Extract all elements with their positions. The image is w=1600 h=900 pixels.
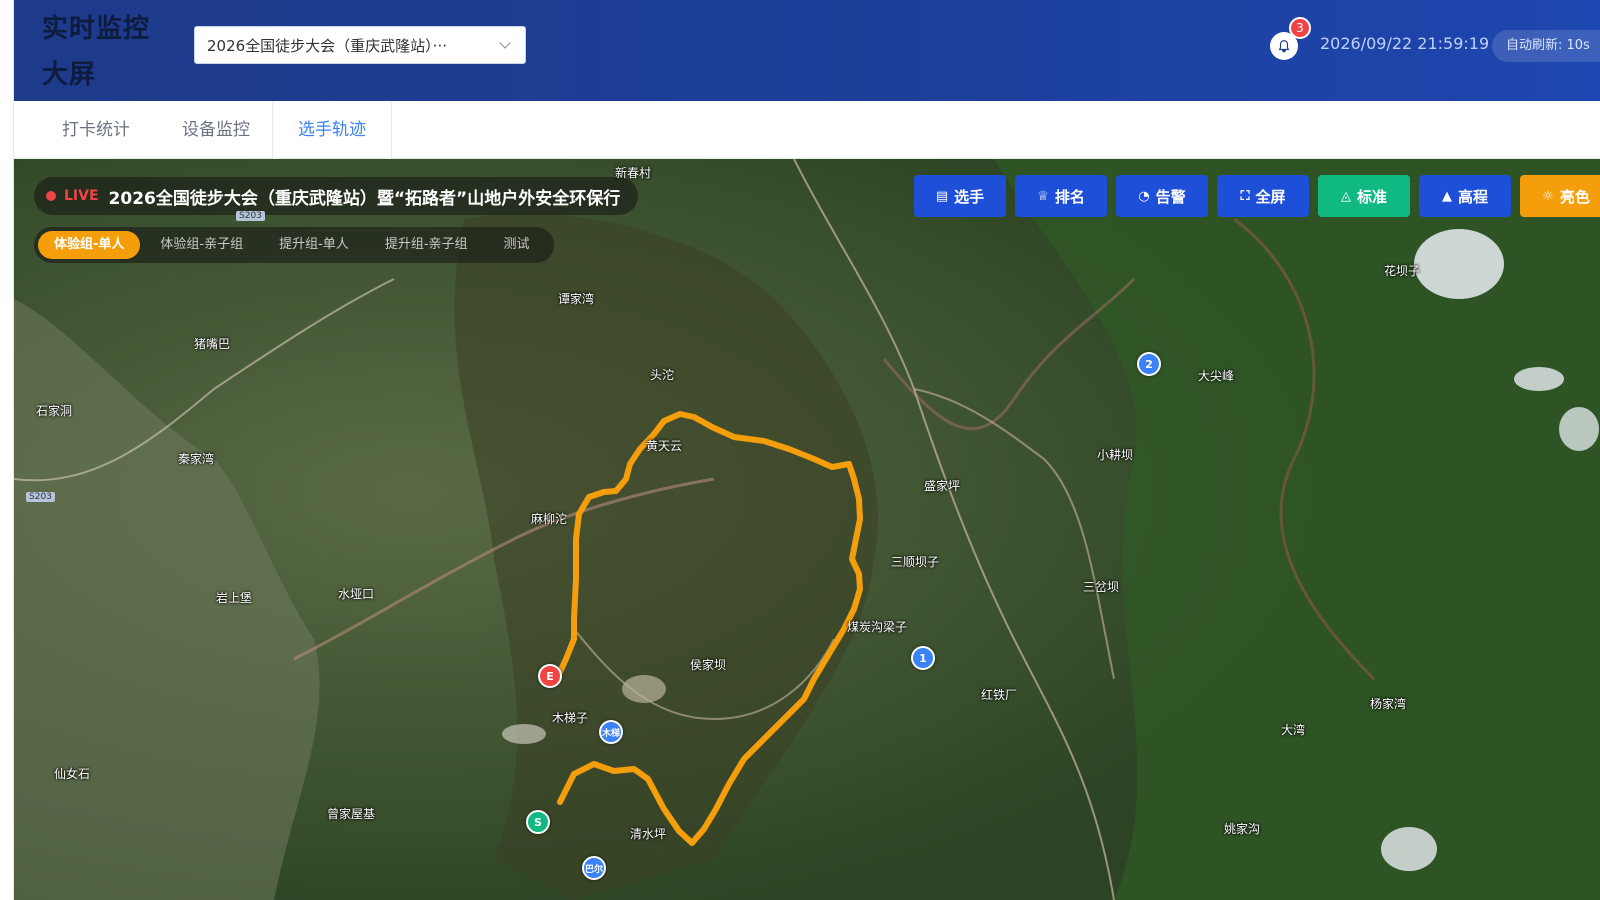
race-title: 2026全国徒步大会（重庆武隆站）暨“拓路者”山地户外安全环保行 bbox=[108, 188, 621, 209]
event-select-value: 2026全国徒步大会（重庆武隆站）··· bbox=[207, 36, 447, 55]
map-toolbar: ▤ 选手 ♕ 排名 ◔ 告警 ⛶ 全屏 ◬ 标准 ▲ 高程 ☼ 亮色 bbox=[914, 175, 1600, 217]
group-filter-bar: 体验组-单人 体验组-亲子组 提升组-单人 提升组-亲子组 测试 bbox=[34, 227, 554, 263]
station-marker[interactable]: 木梯 bbox=[599, 720, 623, 744]
place-label: 水垭口 bbox=[338, 587, 375, 601]
place-label: 黄天云 bbox=[646, 439, 683, 453]
place-label: 三顺坝子 bbox=[891, 555, 940, 569]
place-label: 大尖峰 bbox=[1198, 369, 1235, 383]
trophy-icon: ♕ bbox=[1037, 188, 1049, 204]
header-bar: 实时监控大屏 2026全国徒步大会（重庆武隆站）··· 3 2026/09/22… bbox=[14, 0, 1600, 101]
place-label: 大湾 bbox=[1281, 723, 1306, 737]
standard-map-button[interactable]: ◬ 标准 bbox=[1318, 175, 1410, 217]
live-label: LIVE bbox=[64, 188, 99, 204]
standard-map-button-label: 标准 bbox=[1356, 187, 1387, 206]
event-select[interactable]: 2026全国徒步大会（重庆武隆站）··· bbox=[194, 26, 526, 64]
bell-icon bbox=[1278, 40, 1290, 53]
left-rail bbox=[0, 0, 14, 900]
dashboard-page: 实时监控大屏 2026全国徒步大会（重庆武隆站）··· 3 2026/09/22… bbox=[0, 0, 1600, 900]
end-marker[interactable]: E bbox=[538, 664, 562, 688]
place-label: 岩上堡 bbox=[216, 591, 253, 605]
tab-device-monitor[interactable]: 设备监控 bbox=[156, 101, 276, 159]
ranking-button-label: 排名 bbox=[1054, 187, 1085, 206]
players-button-label: 选手 bbox=[954, 187, 985, 206]
checkpoint-marker[interactable]: 2 bbox=[1137, 352, 1161, 376]
map-icon: ◬ bbox=[1340, 188, 1351, 204]
group-tab-advanced-single[interactable]: 提升组-单人 bbox=[263, 231, 365, 259]
road-tag: S203 bbox=[236, 211, 265, 221]
satellite-map[interactable]: LIVE 2026全国徒步大会（重庆武隆站）暨“拓路者”山地户外安全环保行 体验… bbox=[14, 159, 1600, 900]
group-tab-experience-single[interactable]: 体验组-单人 bbox=[38, 231, 141, 259]
tab-bar: 打卡统计 设备监控 选手轨迹 bbox=[14, 101, 1600, 159]
group-tab-test[interactable]: 测试 bbox=[488, 231, 546, 259]
start-marker[interactable]: S bbox=[526, 810, 550, 834]
live-banner: LIVE 2026全国徒步大会（重庆武隆站）暨“拓路者”山地户外安全环保行 bbox=[34, 177, 639, 215]
place-label: 曾家屋基 bbox=[327, 807, 376, 821]
auto-refresh-toggle[interactable]: 自动刷新: 10s bbox=[1492, 30, 1600, 62]
bell-icon: ◔ bbox=[1138, 188, 1150, 204]
current-datetime: 2026/09/22 21:59:19 bbox=[1320, 34, 1490, 53]
app-title: 实时监控大屏 bbox=[42, 14, 151, 90]
satellite-terrain bbox=[14, 159, 1600, 900]
place-label: 石家洞 bbox=[36, 404, 73, 418]
place-label: 小耕坝 bbox=[1097, 448, 1134, 462]
players-button[interactable]: ▤ 选手 bbox=[914, 175, 1006, 217]
tab-checkin-stats[interactable]: 打卡统计 bbox=[36, 101, 156, 159]
place-label: 红铁厂 bbox=[981, 688, 1018, 702]
light-theme-button[interactable]: ☼ 亮色 bbox=[1520, 175, 1600, 217]
expand-icon: ⛶ bbox=[1240, 188, 1250, 204]
place-label: 盛家坪 bbox=[924, 479, 961, 493]
place-label: 花坝子 bbox=[1384, 264, 1421, 278]
sun-icon: ☼ bbox=[1542, 188, 1554, 204]
place-label: 木梯子 bbox=[552, 711, 589, 725]
notification-count-badge: 3 bbox=[1289, 17, 1311, 39]
clipboard-icon: ▤ bbox=[935, 188, 949, 204]
group-tab-advanced-family[interactable]: 提升组-亲子组 bbox=[369, 231, 484, 259]
tab-player-track[interactable]: 选手轨迹 bbox=[272, 101, 392, 159]
ranking-button[interactable]: ♕ 排名 bbox=[1015, 175, 1107, 217]
place-label: 头沱 bbox=[650, 368, 675, 382]
road-tag: S203 bbox=[26, 492, 55, 502]
place-label: 猪嘴巴 bbox=[194, 337, 231, 351]
fullscreen-button-label: 全屏 bbox=[1255, 187, 1286, 206]
place-label: 杨家湾 bbox=[1370, 697, 1407, 711]
live-dot-icon bbox=[46, 191, 56, 201]
elevation-button-label: 高程 bbox=[1457, 187, 1488, 206]
mountain-icon: ▲ bbox=[1441, 188, 1452, 204]
alerts-button-label: 告警 bbox=[1155, 187, 1186, 206]
place-label: 仙女石 bbox=[54, 767, 91, 781]
elevation-button[interactable]: ▲ 高程 bbox=[1419, 175, 1511, 217]
place-label: 新春村 bbox=[615, 166, 652, 180]
place-label: 秦家湾 bbox=[178, 452, 215, 466]
group-tab-experience-family[interactable]: 体验组-亲子组 bbox=[144, 231, 259, 259]
place-label: 煤炭沟梁子 bbox=[847, 620, 908, 634]
light-theme-button-label: 亮色 bbox=[1559, 187, 1590, 206]
alerts-button[interactable]: ◔ 告警 bbox=[1116, 175, 1208, 217]
place-label: 姚家沟 bbox=[1224, 822, 1261, 836]
checkpoint-marker[interactable]: 1 bbox=[911, 646, 935, 670]
place-label: 麻柳沱 bbox=[531, 512, 568, 526]
place-label: 侯家坝 bbox=[690, 658, 727, 672]
fullscreen-button[interactable]: ⛶ 全屏 bbox=[1217, 175, 1309, 217]
place-label: 清水坪 bbox=[630, 827, 667, 841]
chevron-down-icon bbox=[497, 37, 513, 53]
station-marker[interactable]: 巴尔 bbox=[582, 856, 606, 880]
place-label: 三岔坝 bbox=[1083, 580, 1120, 594]
place-label: 谭家湾 bbox=[558, 292, 595, 306]
